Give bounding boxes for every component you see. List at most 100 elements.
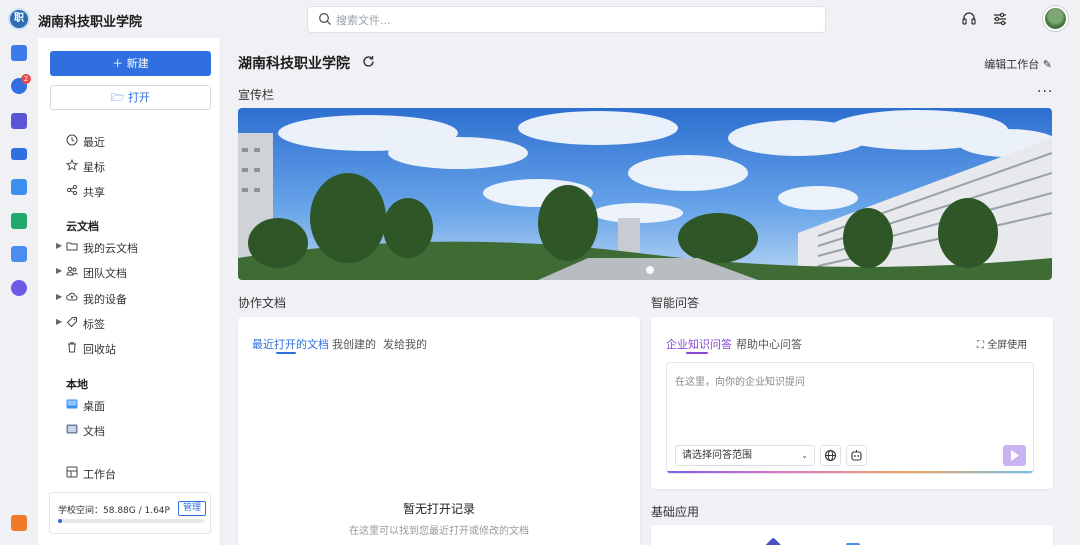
basic-apps-card: [651, 525, 1053, 545]
new-button[interactable]: ＋ 新建: [50, 51, 211, 76]
settings-sliders-icon[interactable]: [991, 10, 1009, 28]
send-icon: [1011, 450, 1019, 461]
form-app-icon[interactable]: [11, 246, 27, 262]
robot-icon: [851, 450, 862, 461]
tab-enterprise-knowledge-qa[interactable]: 企业知识问答: [666, 336, 732, 352]
app-tile-icon[interactable]: [763, 537, 785, 545]
sidebar-item-team-docs[interactable]: ▶ 团队文档: [38, 262, 221, 282]
refresh-icon[interactable]: [362, 55, 375, 68]
more-options-icon[interactable]: ···: [1037, 84, 1053, 100]
calendar-app-icon[interactable]: [11, 179, 27, 195]
star-icon: [66, 159, 78, 171]
web-search-button[interactable]: [820, 445, 841, 466]
smart-qa-section-title: 智能问答: [651, 296, 700, 310]
expand-caret-icon[interactable]: ▶: [56, 241, 62, 250]
team-icon: [66, 266, 78, 276]
sidebar-item-starred[interactable]: 星标: [38, 156, 221, 176]
sidebar-item-recent[interactable]: 最近: [38, 131, 221, 151]
storage-progress-fill: [58, 519, 63, 523]
qa-input-gradient-line: [667, 471, 1033, 473]
sidebar-item-label: 标签: [83, 318, 105, 331]
empty-state-title: 暂无打开记录: [402, 502, 475, 516]
empty-state-subtitle: 在这里可以找到您最近打开或修改的文档: [349, 526, 529, 537]
trash-icon: [68, 342, 76, 353]
page-title: 湖南科技职业学院: [238, 56, 350, 72]
feedback-app-icon[interactable]: [11, 515, 27, 531]
sidebar-item-documents[interactable]: 文档: [38, 420, 221, 440]
edit-workspace-button[interactable]: 编辑工作台 ✎: [984, 56, 1052, 72]
storage-quota-text: 学校空间：58.88G / 1.64P: [58, 506, 170, 516]
sidebar-item-label: 工作台: [83, 468, 116, 481]
top-bar: 职 湖南科技职业学院: [0, 0, 1080, 38]
docs-app-icon[interactable]: [11, 45, 27, 61]
tab-created-by-me[interactable]: 我创建的: [332, 336, 376, 352]
globe-icon: [824, 449, 837, 462]
sidebar-item-label: 桌面: [83, 400, 105, 413]
qa-scope-select[interactable]: 请选择问答范围 ⌄: [675, 445, 815, 466]
app-title: 湖南科技职业学院: [38, 15, 143, 30]
search-box[interactable]: [307, 6, 826, 33]
tab-help-center-qa[interactable]: 帮助中心问答: [736, 336, 802, 352]
tab-sent-to-me[interactable]: 发给我的: [383, 336, 427, 352]
sidebar-item-my-devices[interactable]: ▶ 我的设备: [38, 288, 221, 308]
active-tab-indicator: [276, 352, 296, 354]
user-avatar[interactable]: [1043, 6, 1068, 31]
send-button[interactable]: [1003, 445, 1026, 466]
tab-recent-opened[interactable]: 最近打开的文档: [252, 336, 329, 352]
expand-caret-icon[interactable]: ▶: [56, 292, 62, 301]
notification-badge: 2: [21, 74, 31, 84]
cloud-device-icon: [66, 292, 78, 301]
desktop-icon: [66, 399, 78, 409]
workspace-icon: [66, 466, 78, 478]
campus-banner-image[interactable]: [238, 108, 1052, 280]
storage-progress-bar: [58, 519, 204, 523]
sidebar-item-workspace[interactable]: 工作台: [38, 463, 221, 483]
qa-input-box[interactable]: 在这里，向你的企业知识提问 请选择问答范围 ⌄: [666, 362, 1034, 474]
plus-icon: ＋: [112, 57, 127, 70]
edit-workspace-label: 编辑工作台: [984, 58, 1040, 71]
clock-icon: [66, 134, 78, 146]
document-folder-icon: [66, 424, 78, 434]
meeting-app-icon[interactable]: [11, 148, 27, 160]
open-button[interactable]: 🗁 打开: [50, 85, 211, 110]
pencil-icon: ✎: [1042, 58, 1052, 71]
sidebar-item-label: 我的云文档: [83, 242, 138, 255]
qa-scope-placeholder: 请选择问答范围: [682, 450, 752, 461]
smart-qa-card: 企业知识问答 帮助中心问答 ⛶ 全屏使用 在这里，向你的企业知识提问 请选择问答…: [651, 317, 1053, 489]
search-input[interactable]: [336, 11, 806, 29]
collab-docs-section-title: 协作文档: [238, 296, 287, 310]
analytics-app-icon[interactable]: [11, 280, 27, 296]
sidebar-item-label: 最近: [83, 136, 105, 149]
cloud-docs-section-title: 云文档: [66, 220, 99, 233]
sheet-app-icon[interactable]: [11, 213, 27, 229]
search-icon: [319, 13, 331, 25]
fullscreen-label: 全屏使用: [987, 340, 1028, 351]
sidebar-item-desktop[interactable]: 桌面: [38, 395, 221, 415]
storage-quota-card: 学校空间：58.88G / 1.64P 管理: [49, 492, 211, 534]
sidebar-item-label: 星标: [83, 161, 105, 174]
expand-caret-icon[interactable]: ▶: [56, 266, 62, 275]
mail-app-icon[interactable]: [11, 113, 27, 129]
sidebar-item-label: 文档: [83, 425, 105, 438]
sidebar: ＋ 新建 🗁 打开 最近 星标 共享 云文档 ▶ 我的云文档 ▶ 团队文档 ▶ …: [38, 38, 221, 545]
fullscreen-button[interactable]: ⛶ 全屏使用: [977, 336, 1027, 351]
main-content: 湖南科技职业学院 编辑工作台 ✎ 宣传栏 ··· 协作文档 最近打开的文档 我创…: [222, 38, 1080, 545]
knowledge-base-button[interactable]: [846, 445, 867, 466]
sidebar-item-trash[interactable]: 回收站: [38, 338, 221, 358]
headset-icon[interactable]: [960, 10, 978, 28]
active-tab-indicator: [686, 352, 708, 354]
tag-icon: [66, 317, 77, 328]
sidebar-item-label: 共享: [83, 186, 105, 199]
manage-storage-button[interactable]: 管理: [178, 501, 207, 516]
folder-icon: [66, 242, 78, 251]
collab-docs-card: 最近打开的文档 我创建的 发给我的 暂无打开记录 在这里可以找到您最近打开或修改…: [238, 317, 640, 545]
sidebar-item-label: 回收站: [83, 343, 116, 356]
local-section-title: 本地: [66, 378, 88, 391]
sidebar-item-tags[interactable]: ▶ 标签: [38, 313, 221, 333]
sidebar-item-shared[interactable]: 共享: [38, 181, 221, 201]
new-button-label: 新建: [126, 57, 149, 70]
sidebar-item-my-cloud-docs[interactable]: ▶ 我的云文档: [38, 237, 221, 257]
expand-caret-icon[interactable]: ▶: [56, 317, 62, 326]
chevron-down-icon: ⌄: [801, 451, 808, 460]
open-button-label: 打开: [128, 91, 151, 104]
